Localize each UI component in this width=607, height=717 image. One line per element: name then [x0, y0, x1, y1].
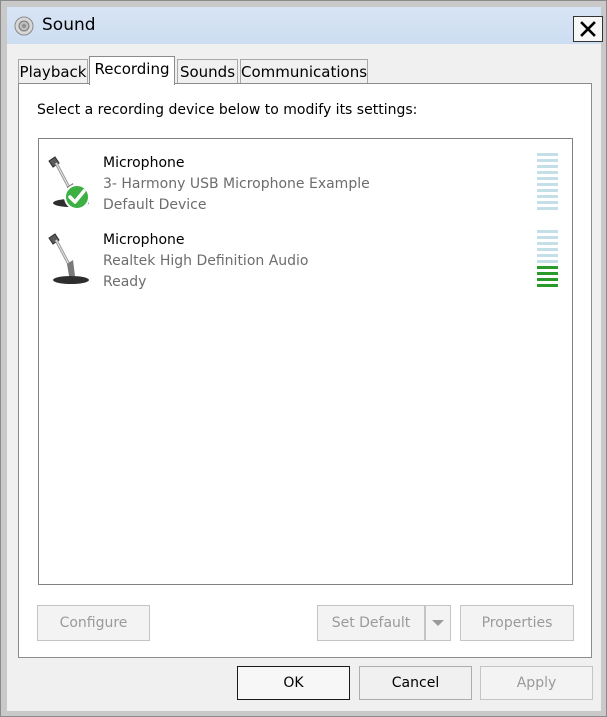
- configure-button[interactable]: Configure: [37, 605, 150, 641]
- cancel-button[interactable]: Cancel: [359, 666, 472, 700]
- ok-button[interactable]: OK: [237, 666, 350, 700]
- chevron-down-icon: [432, 620, 444, 626]
- tab-label: Playback: [19, 63, 87, 81]
- level-meter: [537, 153, 558, 215]
- meter-bar: [537, 207, 558, 210]
- list-item-device[interactable]: Microphone Realtek High Definition Audio…: [39, 222, 572, 296]
- set-default-dropdown[interactable]: [425, 605, 451, 641]
- apply-button[interactable]: Apply: [480, 666, 593, 700]
- window-title: Sound: [42, 15, 96, 35]
- meter-bar: [537, 260, 558, 263]
- meter-bar: [537, 159, 558, 162]
- meter-bar: [537, 189, 558, 192]
- meter-bar: [537, 248, 558, 251]
- close-button[interactable]: [573, 16, 603, 42]
- microphone-icon: [48, 233, 89, 284]
- meter-bar: [537, 171, 558, 174]
- speaker-icon: [14, 16, 34, 36]
- set-default-button[interactable]: Set Default: [317, 605, 425, 641]
- meter-bar: [537, 177, 558, 180]
- tab-recording[interactable]: Recording: [89, 56, 175, 85]
- meter-bar: [537, 153, 558, 156]
- meter-bar: [537, 183, 558, 186]
- tab-label: Sounds: [179, 63, 236, 81]
- instruction-text: Select a recording device below to modif…: [37, 102, 418, 118]
- meter-bar: [537, 242, 558, 245]
- sound-dialog: Sound Playback Recording Sounds Communic…: [0, 0, 607, 717]
- button-label: OK: [283, 675, 304, 691]
- button-label: Configure: [59, 615, 128, 631]
- close-icon: [580, 21, 596, 37]
- level-meter: [537, 230, 558, 292]
- microphone-icon: [48, 156, 90, 210]
- device-description: 3- Harmony USB Microphone Example: [103, 176, 370, 192]
- device-status: Ready: [103, 274, 147, 290]
- meter-bar: [537, 272, 558, 275]
- meter-bar: [537, 278, 558, 281]
- meter-bar: [537, 201, 558, 204]
- tab-sounds[interactable]: Sounds: [177, 59, 238, 84]
- meter-bar: [537, 165, 558, 168]
- button-label: Properties: [481, 615, 553, 631]
- device-status: Default Device: [103, 197, 207, 213]
- meter-bar: [537, 284, 558, 287]
- button-label: Set Default: [331, 615, 411, 631]
- meter-bar: [537, 254, 558, 257]
- list-item-device[interactable]: Microphone 3- Harmony USB Microphone Exa…: [39, 145, 572, 219]
- tab-communications[interactable]: Communications: [240, 59, 368, 84]
- tab-playback[interactable]: Playback: [18, 59, 88, 84]
- recording-panel: Select a recording device below to modif…: [18, 83, 592, 658]
- meter-bar: [537, 195, 558, 198]
- meter-bar: [537, 236, 558, 239]
- meter-bar: [537, 230, 558, 233]
- title-bar[interactable]: Sound: [7, 7, 603, 44]
- button-label: Cancel: [391, 675, 440, 691]
- device-name: Microphone: [103, 155, 185, 171]
- tab-label: Communications: [241, 63, 368, 81]
- device-description: Realtek High Definition Audio: [103, 253, 309, 269]
- meter-bar: [537, 266, 558, 269]
- button-label: Apply: [516, 675, 557, 691]
- device-list[interactable]: Microphone 3- Harmony USB Microphone Exa…: [38, 138, 573, 585]
- tab-label: Recording: [94, 60, 170, 78]
- device-name: Microphone: [103, 232, 185, 248]
- properties-button[interactable]: Properties: [460, 605, 574, 641]
